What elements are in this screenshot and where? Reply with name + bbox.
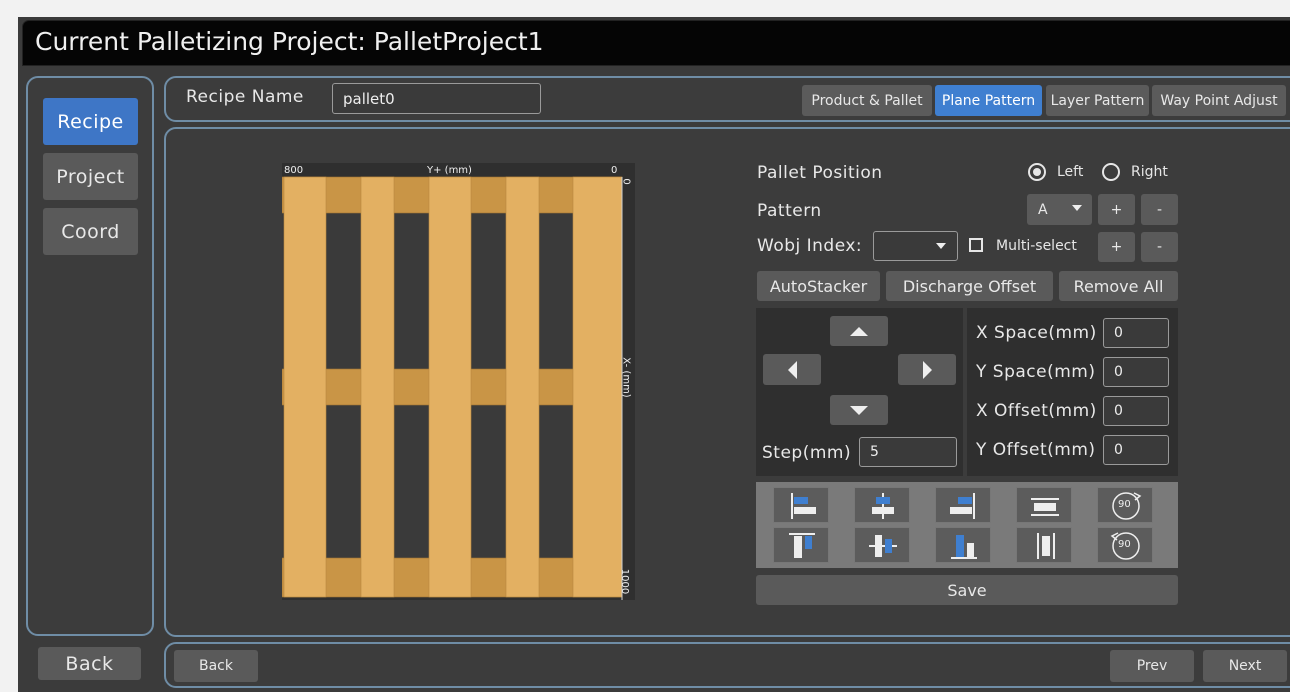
- next-button[interactable]: Next: [1203, 650, 1287, 682]
- move-right-button[interactable]: [898, 354, 956, 385]
- move-down-button[interactable]: [830, 395, 888, 425]
- pattern-remove-button[interactable]: -: [1141, 194, 1178, 225]
- pattern-select-value: A: [1038, 201, 1048, 218]
- tab-plane-pattern[interactable]: Plane Pattern: [935, 85, 1042, 116]
- radio-left[interactable]: [1028, 163, 1046, 181]
- tab-way-point-adjust[interactable]: Way Point Adjust: [1152, 85, 1286, 116]
- wobj-remove-button[interactable]: -: [1141, 232, 1178, 262]
- arrow-up-icon: [850, 326, 868, 336]
- footer-back-button[interactable]: Back: [174, 650, 258, 682]
- wobj-index-label: Wobj Index:: [757, 236, 863, 256]
- distribute-button[interactable]: [1016, 487, 1072, 523]
- align-right-icon: [950, 493, 975, 519]
- step-input[interactable]: 5: [859, 437, 957, 467]
- radio-right[interactable]: [1102, 163, 1120, 181]
- recipe-name-label: Recipe Name: [186, 87, 304, 107]
- x-space-input[interactable]: 0: [1103, 318, 1169, 348]
- wobj-index-select[interactable]: [873, 231, 958, 261]
- sidebar-item-recipe[interactable]: Recipe: [43, 98, 138, 145]
- pallet-top-zero-tick: 0: [620, 178, 632, 185]
- align-center-horizontal-icon: [872, 493, 894, 519]
- align-left-icon: [791, 493, 816, 519]
- move-left-button[interactable]: [763, 354, 821, 385]
- pallet-position-label: Pallet Position: [757, 163, 883, 183]
- sidebar-back-button[interactable]: Back: [38, 647, 141, 680]
- arrow-down-icon: [850, 405, 868, 415]
- pallet-top-right-label: 0: [611, 165, 618, 176]
- y-offset-input[interactable]: 0: [1103, 435, 1169, 465]
- sidebar-item-project[interactable]: Project: [43, 153, 138, 200]
- pallet-y-axis-label: Y+ (mm): [427, 165, 472, 176]
- pallet-canvas[interactable]: [282, 163, 635, 600]
- align-top-button[interactable]: [773, 527, 829, 563]
- step-label: Step(mm): [762, 443, 852, 463]
- pallet-bottom-right-label: 1000: [619, 568, 631, 595]
- window-title: Current Palletizing Project: PalletProje…: [35, 27, 544, 56]
- autostacker-button[interactable]: AutoStacker: [757, 271, 880, 301]
- rotate-ccw-label: 90: [1118, 539, 1131, 550]
- prev-button[interactable]: Prev: [1110, 650, 1194, 682]
- save-button[interactable]: Save: [756, 575, 1178, 605]
- radio-left-label: Left: [1057, 164, 1084, 180]
- y-space-input[interactable]: 0: [1103, 357, 1169, 387]
- tab-layer-pattern[interactable]: Layer Pattern: [1046, 85, 1149, 116]
- align-left-button[interactable]: [773, 487, 829, 523]
- discharge-offset-button[interactable]: Discharge Offset: [886, 271, 1053, 301]
- rotate-ccw-button[interactable]: 90: [1097, 527, 1153, 563]
- pattern-select[interactable]: A: [1027, 194, 1092, 225]
- align-top-icon: [789, 533, 815, 558]
- rotate-cw-label: 90: [1118, 499, 1131, 510]
- remove-all-button[interactable]: Remove All: [1059, 271, 1178, 301]
- chevron-down-icon: [936, 243, 946, 249]
- arrow-right-icon: [922, 360, 932, 379]
- pattern-label: Pattern: [757, 201, 822, 221]
- sidebar-item-coord[interactable]: Coord: [43, 208, 138, 255]
- pallet-diagram: [282, 163, 635, 600]
- rotate-cw-button[interactable]: 90: [1097, 487, 1153, 523]
- x-space-label: X Space(mm): [976, 323, 1097, 343]
- y-offset-label: Y Offset(mm): [976, 440, 1096, 460]
- align-center-vertical-icon: [869, 535, 897, 557]
- recipe-name-input[interactable]: pallet0: [332, 83, 541, 114]
- x-offset-input[interactable]: 0: [1103, 396, 1169, 426]
- tab-product-pallet[interactable]: Product & Pallet: [802, 85, 932, 116]
- distribute-icon: [1031, 498, 1059, 516]
- align-bottom-button[interactable]: [935, 527, 991, 563]
- distribute-vertical-button[interactable]: [1016, 527, 1072, 563]
- pattern-add-button[interactable]: +: [1098, 194, 1135, 225]
- wobj-add-button[interactable]: +: [1098, 232, 1135, 262]
- y-space-label: Y Space(mm): [976, 362, 1096, 382]
- align-right-button[interactable]: [935, 487, 991, 523]
- align-center-h-button[interactable]: [854, 487, 910, 523]
- x-offset-label: X Offset(mm): [976, 401, 1097, 421]
- multi-select-label: Multi-select: [996, 238, 1077, 254]
- distribute-vertical-icon: [1037, 533, 1055, 559]
- align-bottom-icon: [951, 535, 977, 559]
- pallet-top-left-label: 800: [284, 165, 304, 176]
- move-up-button[interactable]: [830, 316, 888, 346]
- pallet-x-axis-label: X- (mm): [620, 357, 632, 398]
- radio-right-label: Right: [1131, 164, 1168, 180]
- arrow-left-icon: [787, 360, 797, 379]
- chevron-down-icon: [1072, 205, 1082, 211]
- multi-select-checkbox[interactable]: [969, 238, 983, 252]
- align-center-v-button[interactable]: [854, 527, 910, 563]
